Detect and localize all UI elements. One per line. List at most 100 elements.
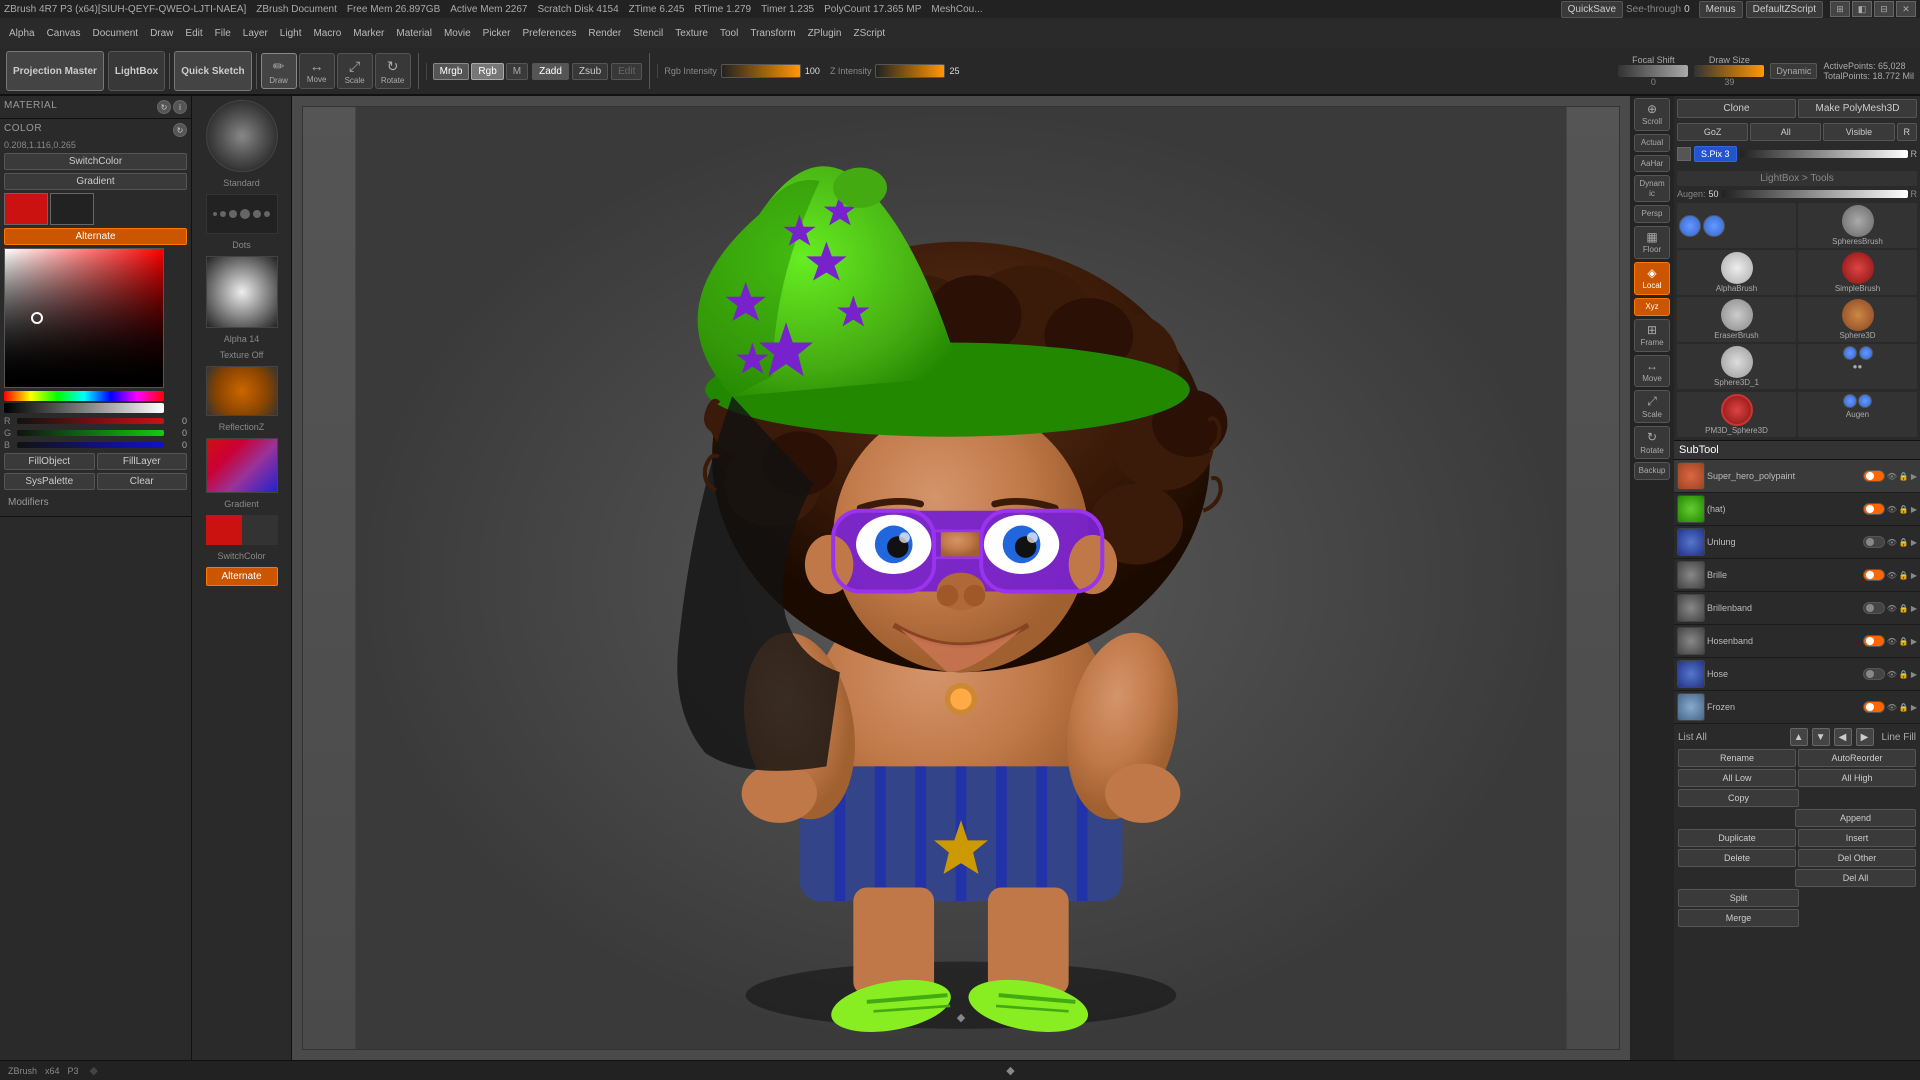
st-item-hose[interactable]: Hose 👁 🔒 ▶: [1674, 658, 1920, 691]
switchcolor-preview[interactable]: [206, 515, 278, 545]
menu-transform[interactable]: Transform: [745, 27, 800, 40]
menu-draw[interactable]: Draw: [145, 27, 178, 40]
m-btn[interactable]: M: [506, 63, 528, 80]
st-eye-0[interactable]: 👁: [1887, 472, 1897, 481]
menu-layer[interactable]: Layer: [238, 27, 273, 40]
menu-picker[interactable]: Picker: [478, 27, 516, 40]
move-mode-btn[interactable]: ↔ Move: [299, 53, 335, 89]
rgb-intensity-bar[interactable]: [721, 64, 801, 78]
st-eye-brille[interactable]: 👁: [1887, 571, 1897, 580]
augen-sphere-btn[interactable]: Augen: [1798, 392, 1917, 437]
st-toggle-vis-1[interactable]: [1863, 503, 1885, 515]
st-item-hosenband[interactable]: Hosenband 👁 🔒 ▶: [1674, 625, 1920, 658]
rotate-mode-btn[interactable]: ↻ Rotate: [375, 53, 411, 89]
all-btn[interactable]: All: [1750, 123, 1821, 141]
canvas-area[interactable]: ◆: [292, 96, 1630, 1060]
arrow-up-btn[interactable]: ▲: [1790, 728, 1808, 746]
vs-frame-btn[interactable]: ⊞ Frame: [1634, 319, 1670, 352]
st-toggle-vis-0[interactable]: [1863, 470, 1885, 482]
menu-material[interactable]: Material: [391, 27, 437, 40]
r-slider[interactable]: [17, 418, 164, 424]
draw-mode-btn[interactable]: ✏ Draw: [261, 53, 297, 89]
menu-marker[interactable]: Marker: [348, 27, 389, 40]
alternate-btn[interactable]: Alternate: [4, 228, 187, 245]
st-toggle-unlung[interactable]: [1863, 536, 1885, 548]
spherebrush-btn[interactable]: SpheresBrush: [1798, 203, 1917, 248]
all-low-btn[interactable]: All Low: [1678, 769, 1796, 787]
fill-object-btn[interactable]: FillObject: [4, 453, 95, 470]
vs-xyz-btn[interactable]: Xyz: [1634, 298, 1670, 316]
menu-edit[interactable]: Edit: [180, 27, 207, 40]
arrow-down-btn[interactable]: ▼: [1812, 728, 1830, 746]
menu-texture[interactable]: Texture: [670, 27, 713, 40]
st-toggle-frozen[interactable]: [1863, 701, 1885, 713]
vs-dynamic-btn[interactable]: Dynam ic: [1634, 175, 1670, 202]
st-lock-brille[interactable]: 🔒: [1899, 571, 1909, 580]
st-more-brille[interactable]: ▶: [1911, 571, 1917, 580]
del-all-btn[interactable]: Del All: [1795, 869, 1916, 887]
menu-light[interactable]: Light: [275, 27, 307, 40]
st-item-0[interactable]: Super_hero_polypaint 👁 🔒 ▶: [1674, 460, 1920, 493]
menu-document[interactable]: Document: [87, 27, 143, 40]
st-item-1[interactable]: (hat) 👁 🔒 ▶: [1674, 493, 1920, 526]
brush-preview[interactable]: [206, 100, 278, 172]
eyes-preview[interactable]: [1677, 203, 1796, 248]
st-more-unlung[interactable]: ▶: [1911, 538, 1917, 547]
insert-btn[interactable]: Insert: [1798, 829, 1916, 847]
goz-btn[interactable]: GoZ: [1677, 123, 1748, 141]
duplicate-btn[interactable]: Duplicate: [1678, 829, 1796, 847]
st-toggle-brillenband[interactable]: [1863, 602, 1885, 614]
st-item-brillenband[interactable]: Brillenband 👁 🔒 ▶: [1674, 592, 1920, 625]
alternate-btn2[interactable]: Alternate: [206, 567, 278, 586]
merge-btn[interactable]: Merge: [1678, 909, 1799, 927]
menu-zplugin[interactable]: ZPlugin: [803, 27, 847, 40]
st-eye-hose[interactable]: 👁: [1887, 670, 1897, 679]
alpha-preview[interactable]: [206, 256, 278, 328]
color-cycle-icon[interactable]: ↻: [173, 123, 187, 137]
vs-floor-btn[interactable]: ▦ Floor: [1634, 226, 1670, 259]
arrow-right-btn[interactable]: ▶: [1856, 728, 1874, 746]
b-slider[interactable]: [17, 442, 164, 448]
rgb-btn[interactable]: Rgb: [471, 63, 503, 80]
vs-backup-btn[interactable]: Backup: [1634, 462, 1670, 480]
menu-zscript[interactable]: ZScript: [848, 27, 890, 40]
menu-canvas[interactable]: Canvas: [42, 27, 86, 40]
copy-btn[interactable]: Copy: [1678, 789, 1799, 807]
spix-slider[interactable]: [1740, 150, 1908, 158]
st-lock-brillenband[interactable]: 🔒: [1899, 604, 1909, 613]
st-toggle-hose[interactable]: [1863, 668, 1885, 680]
append-btn[interactable]: Append: [1795, 809, 1916, 827]
zsub-btn[interactable]: Zsub: [572, 63, 608, 80]
all-high-btn[interactable]: All High: [1798, 769, 1916, 787]
st-more-1[interactable]: ▶: [1911, 505, 1917, 514]
defaultzscript-button[interactable]: DefaultZScript: [1746, 1, 1823, 18]
secondary-color-swatch[interactable]: [50, 193, 94, 225]
st-eye-brillenband[interactable]: 👁: [1887, 604, 1897, 613]
st-eye-frozen[interactable]: 👁: [1887, 703, 1897, 712]
sys-palette-btn[interactable]: SysPalette: [4, 473, 95, 490]
menu-tool[interactable]: Tool: [715, 27, 743, 40]
icon-btn-3[interactable]: ⊟: [1874, 1, 1894, 17]
vs-scroll-btn[interactable]: ⊕ Scroll: [1634, 98, 1670, 131]
vs-local-btn[interactable]: ◈ Local: [1634, 262, 1670, 295]
quicksave-button[interactable]: QuickSave: [1561, 1, 1623, 18]
lightbox-btn[interactable]: LightBox: [108, 51, 165, 91]
vs-move-btn[interactable]: ↔ Move: [1634, 355, 1670, 388]
st-lock-1[interactable]: 🔒: [1899, 505, 1909, 514]
dynamic-btn[interactable]: Dynamic: [1770, 63, 1817, 79]
gradient-preview[interactable]: [206, 438, 278, 493]
vs-persp-btn[interactable]: Persp: [1634, 205, 1670, 223]
menus-button[interactable]: Menus: [1699, 1, 1743, 18]
st-item-frozen[interactable]: Frozen 👁 🔒 ▶: [1674, 691, 1920, 724]
spix-icon[interactable]: [1677, 147, 1691, 161]
icon-btn-2[interactable]: ◧: [1852, 1, 1872, 17]
clear-btn[interactable]: Clear: [97, 473, 188, 490]
switch-color-btn[interactable]: SwitchColor: [4, 153, 187, 170]
st-eye-1[interactable]: 👁: [1887, 505, 1897, 514]
scale-mode-btn[interactable]: ⤢ Scale: [337, 53, 373, 89]
clone-btn[interactable]: Clone: [1677, 99, 1796, 118]
st-lock-0[interactable]: 🔒: [1899, 472, 1909, 481]
st-item-brille[interactable]: Brille 👁 🔒 ▶: [1674, 559, 1920, 592]
draw-size-bar[interactable]: [1694, 65, 1764, 77]
projection-master-btn[interactable]: Projection Master: [6, 51, 104, 91]
